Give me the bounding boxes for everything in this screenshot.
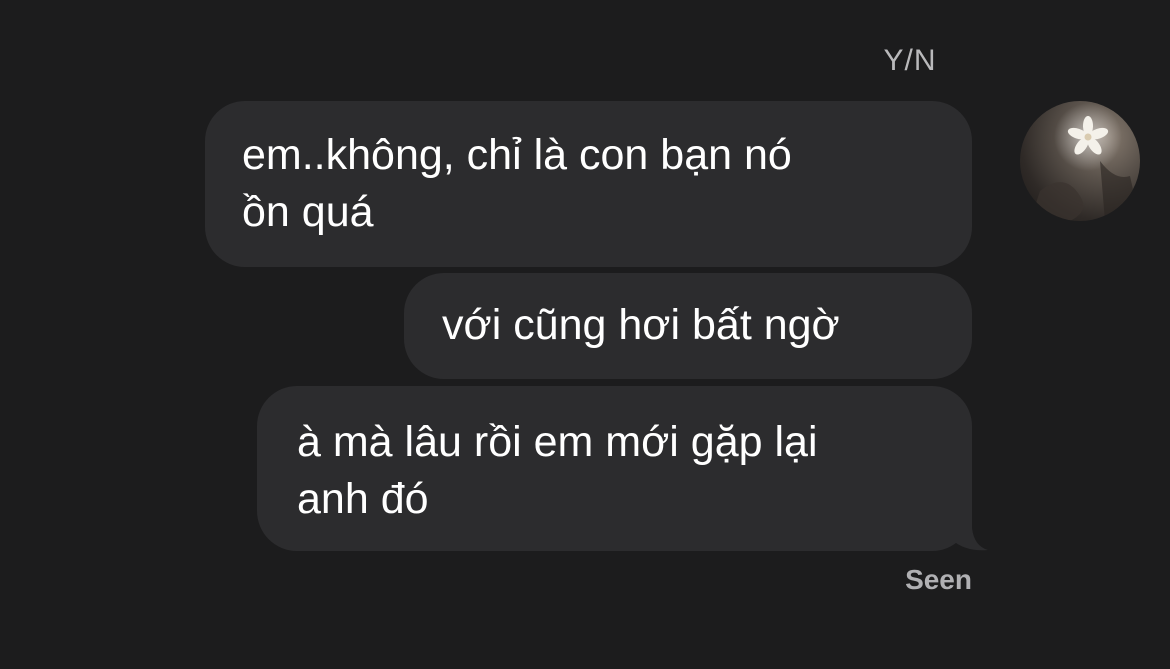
bubble-tail-icon	[930, 500, 988, 551]
seen-status: Seen	[905, 564, 972, 595]
sender-name: Y/N	[883, 44, 937, 77]
message-bubble[interactable]: em..không, chỉ là con bạn nó ồn quá	[205, 101, 972, 267]
chat-screen: Y/N em..không, chỉ là con bạn nó ồn quá …	[0, 0, 1170, 669]
message-bubble[interactable]: với cũng hơi bất ngờ	[404, 273, 972, 379]
avatar[interactable]	[1020, 101, 1140, 221]
message-bubble[interactable]: à mà lâu rồi em mới gặp lại anh đó	[257, 386, 972, 551]
flower-avatar-icon	[1030, 103, 1140, 221]
